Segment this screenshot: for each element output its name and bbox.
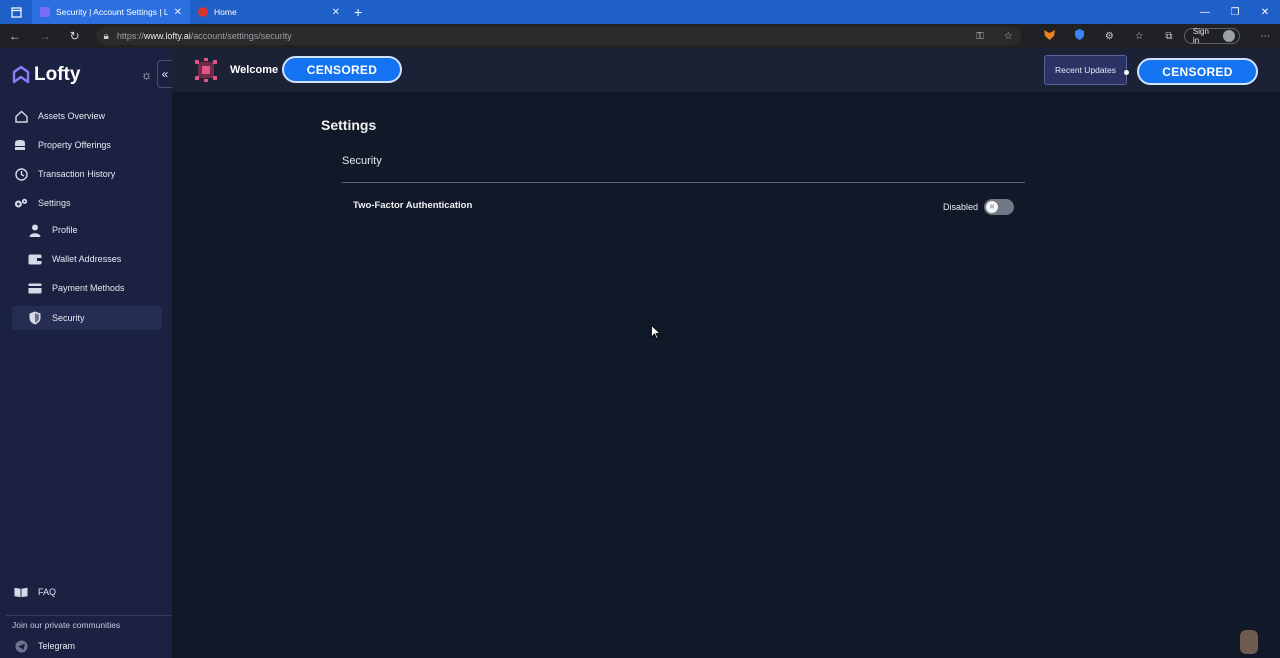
sidebar-item-property-offerings[interactable]: Property Offerings — [12, 133, 162, 157]
close-window-icon[interactable]: ✕ — [1250, 7, 1280, 18]
browser-toolbar: ← → ↻ 🔒︎ https://www.lofty.ai/account/se… — [0, 24, 1280, 48]
tab-actions-icon[interactable] — [0, 0, 32, 24]
collapse-sidebar-button[interactable]: « — [157, 60, 172, 88]
settings-main: Settings Security Two-Factor Authenticat… — [172, 92, 1280, 658]
favorites-icon[interactable]: ☆ — [1124, 31, 1154, 42]
tab-title: Home — [214, 7, 237, 17]
url-text: https://www.lofty.ai/account/settings/se… — [116, 31, 292, 41]
shield-icon — [28, 311, 42, 325]
browser-tab-bar: Security | Account Settings | Lofty ✕ Ho… — [0, 0, 1280, 24]
notification-dot — [1124, 70, 1129, 75]
sidebar-item-assets-overview[interactable]: Assets Overview — [12, 104, 162, 128]
sidebar-item-label: FAQ — [38, 587, 57, 597]
close-tab-icon[interactable]: ✕ — [332, 7, 340, 18]
sidebar-item-settings[interactable]: Settings — [12, 191, 162, 215]
sidebar-item-label: Settings — [38, 198, 71, 208]
key-icon[interactable]: ⚿ — [976, 31, 984, 42]
shield-extension-icon[interactable] — [1065, 29, 1095, 43]
window-controls: — ❐ ✕ — [1190, 7, 1280, 18]
wallet-icon — [28, 252, 42, 266]
telegram-icon — [14, 639, 28, 653]
browser-tab-security[interactable]: Security | Account Settings | Lofty ✕ — [32, 0, 190, 24]
sign-in-label: Sign in — [1192, 27, 1209, 45]
sidebar-item-label: Transaction History — [38, 169, 116, 179]
metamask-extension-icon[interactable] — [1035, 29, 1065, 43]
sidebar-item-transaction-history[interactable]: Transaction History — [12, 162, 162, 186]
lofty-logo-icon — [12, 66, 30, 84]
sidebar-item-security[interactable]: Security — [12, 306, 162, 330]
two-factor-toggle[interactable]: ✕ — [984, 199, 1014, 215]
top-header: Welcome CENSORED Recent Updates CENSORED — [172, 48, 1280, 92]
section-divider — [342, 182, 1025, 183]
sidebar-item-profile[interactable]: Profile — [12, 218, 162, 242]
tab-title: Security | Account Settings | Lofty — [56, 7, 168, 17]
sidebar-item-label: Telegram — [38, 641, 76, 651]
sidebar-item-payment-methods[interactable]: Payment Methods — [12, 276, 162, 300]
sign-in-button[interactable]: Sign in — [1183, 27, 1241, 45]
webcam-overlay — [1240, 630, 1258, 654]
user-avatar-pixel-icon[interactable] — [193, 58, 219, 82]
censored-username-badge: CENSORED — [282, 56, 402, 83]
sidebar-item-wallet-addresses[interactable]: Wallet Addresses — [12, 247, 162, 271]
sidebar-item-label: Property Offerings — [38, 140, 111, 150]
lock-icon[interactable]: 🔒︎ — [104, 31, 109, 42]
credit-card-icon — [28, 281, 42, 295]
section-title: Security — [342, 155, 382, 167]
lofty-favicon-icon — [40, 7, 50, 17]
address-bar[interactable]: 🔒︎ https://www.lofty.ai/account/settings… — [95, 27, 1021, 45]
two-factor-label: Two-Factor Authentication — [353, 200, 473, 211]
two-factor-status: Disabled — [943, 202, 979, 212]
person-icon — [28, 223, 42, 237]
favorite-star-icon[interactable]: ☆ — [1004, 31, 1013, 42]
sidebar-item-label: Payment Methods — [52, 283, 125, 293]
browser-tab-home[interactable]: Home ✕ — [190, 0, 348, 24]
community-heading: Join our private communities — [12, 620, 121, 630]
book-icon — [14, 585, 28, 599]
logo-text: Lofty — [34, 64, 81, 85]
theme-toggle-sun-icon[interactable]: ☼ — [141, 68, 152, 82]
home-icon — [14, 109, 28, 123]
sidebar-item-label: Profile — [52, 225, 78, 235]
extensions-puzzle-icon[interactable]: ⚙ — [1094, 31, 1124, 42]
sidebar-item-faq[interactable]: FAQ — [12, 580, 162, 604]
gears-icon — [14, 196, 28, 210]
home-favicon-icon — [198, 7, 208, 17]
sidebar-item-label: Security — [52, 313, 85, 323]
new-tab-icon[interactable]: + — [354, 4, 362, 20]
mouse-cursor-icon — [651, 325, 661, 339]
toggle-knob: ✕ — [986, 201, 998, 213]
censored-account-button[interactable]: CENSORED — [1137, 58, 1258, 85]
forward-icon[interactable]: → — [30, 29, 60, 43]
lofty-logo[interactable]: Lofty — [12, 64, 80, 86]
more-options-icon[interactable]: ⋯ — [1250, 31, 1280, 42]
page-title: Settings — [321, 117, 377, 133]
double-chevron-left-icon: « — [161, 67, 169, 81]
sidebar-item-label: Wallet Addresses — [52, 254, 122, 264]
back-icon[interactable]: ← — [0, 29, 30, 43]
x-icon: ✕ — [989, 203, 995, 211]
close-tab-icon[interactable]: ✕ — [174, 7, 182, 18]
minimize-icon[interactable]: — — [1190, 7, 1220, 18]
sidebar-item-telegram[interactable]: Telegram — [12, 634, 162, 658]
welcome-text: Welcome — [230, 64, 279, 76]
profile-avatar-icon — [1223, 30, 1236, 42]
restore-icon[interactable]: ❐ — [1220, 7, 1250, 18]
recent-updates-button[interactable]: Recent Updates — [1044, 55, 1127, 85]
coins-stack-icon — [14, 138, 28, 152]
sidebar-item-label: Assets Overview — [38, 111, 106, 121]
clock-icon — [14, 167, 28, 181]
refresh-icon[interactable]: ↻ — [60, 29, 90, 43]
collections-icon[interactable]: ⧉ — [1154, 31, 1184, 42]
sidebar-divider — [6, 615, 172, 616]
sidebar: Lofty ☼ « Assets Overview Property Offer… — [0, 48, 172, 658]
